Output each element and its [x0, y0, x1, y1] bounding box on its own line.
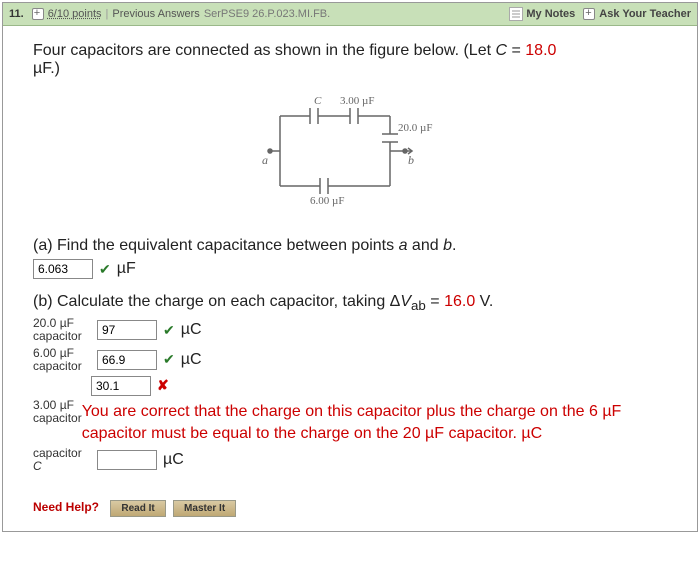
- intro-unit-line: µF.): [33, 60, 60, 77]
- fig-c-label: C: [314, 95, 322, 107]
- master-it-button[interactable]: Master It: [173, 500, 236, 517]
- separator: |: [106, 8, 109, 20]
- label-6uf: 6.00 µF capacitor: [33, 347, 91, 373]
- question-content: Four capacitors are connected as shown i…: [3, 26, 697, 531]
- check-icon: ✔: [163, 351, 175, 368]
- c-variable: C: [495, 42, 507, 59]
- unit-6uf: µC: [181, 351, 202, 369]
- cross-icon: ✘: [157, 377, 169, 394]
- part-b-before: (b) Calculate the charge on each capacit…: [33, 293, 400, 310]
- dv-value: 16.0: [444, 293, 475, 310]
- part-b-ab: ab: [411, 298, 426, 313]
- label-c-top: capacitor: [33, 446, 82, 460]
- label-3uf: 3.00 µF capacitor: [33, 399, 82, 444]
- fig-20uf-label: 20.0 µF: [398, 122, 432, 134]
- part-b-volts: V.: [475, 293, 493, 310]
- fig-node-b: b: [408, 153, 414, 167]
- question-header: 11. 6/10 points | Previous Answers SerPS…: [3, 3, 697, 26]
- ask-teacher-link[interactable]: Ask Your Teacher: [599, 8, 691, 20]
- part-a-answer-row: ✔ µF: [33, 259, 667, 279]
- my-notes-link[interactable]: My Notes: [526, 8, 575, 20]
- notes-icon: [509, 7, 523, 21]
- part-b-v: V: [400, 293, 411, 310]
- c-value: 18.0: [525, 42, 556, 59]
- part-a-prompt: (a) Find the equivalent capacitance betw…: [33, 237, 667, 255]
- help-row: Need Help? Read It Master It: [33, 500, 667, 517]
- points-link[interactable]: 6/10 points: [48, 8, 102, 20]
- label-20uf-bot: capacitor: [33, 329, 82, 343]
- feedback-text: You are correct that the charge on this …: [82, 401, 667, 444]
- label-3uf-top: 3.00 µF: [33, 398, 74, 412]
- input-6uf[interactable]: [97, 350, 157, 370]
- check-icon: ✔: [99, 261, 111, 278]
- intro-equals: =: [507, 42, 525, 59]
- part-a-b: b: [443, 237, 452, 254]
- part-b-prompt: (b) Calculate the charge on each capacit…: [33, 293, 667, 313]
- part-a-after: .: [452, 237, 456, 254]
- label-c: capacitor C: [33, 447, 91, 473]
- unit-20uf: µC: [181, 321, 202, 339]
- part-a-input[interactable]: [33, 259, 93, 279]
- need-help-label: Need Help?: [33, 500, 99, 514]
- row-20uf: 20.0 µF capacitor ✔ µC: [33, 317, 667, 343]
- question-number: 11.: [9, 8, 24, 20]
- label-6uf-top: 6.00 µF: [33, 346, 74, 360]
- question-container: 11. 6/10 points | Previous Answers SerPS…: [2, 2, 698, 532]
- input-c[interactable]: [97, 450, 157, 470]
- expand-icon[interactable]: [32, 8, 44, 20]
- part-b-eq: =: [426, 293, 444, 310]
- label-6uf-bot: capacitor: [33, 359, 82, 373]
- unit-c: µC: [163, 451, 184, 469]
- row-3uf-feedback-wrap: 3.00 µF capacitor You are correct that t…: [33, 399, 667, 444]
- fig-3uf-label: 3.00 µF: [340, 95, 374, 107]
- label-c-bot: C: [33, 459, 42, 473]
- row-6uf: 6.00 µF capacitor ✔ µC: [33, 347, 667, 373]
- label-20uf: 20.0 µF capacitor: [33, 317, 91, 343]
- input-3uf[interactable]: [91, 376, 151, 396]
- circuit-svg: C 3.00 µF 20.0 µF 6.00 µF a b: [240, 86, 460, 216]
- previous-answers-link[interactable]: Previous Answers: [112, 8, 199, 20]
- source-code: SerPSE9 26.P.023.MI.FB.: [204, 8, 330, 20]
- fig-6uf-label: 6.00 µF: [310, 195, 344, 207]
- intro-text: Four capacitors are connected as shown i…: [33, 42, 667, 78]
- fig-node-a: a: [262, 153, 268, 167]
- input-20uf[interactable]: [97, 320, 157, 340]
- part-a-before: (a) Find the equivalent capacitance betw…: [33, 237, 399, 254]
- row-c: capacitor C µC: [33, 447, 667, 473]
- ask-icon: [583, 8, 595, 20]
- row-3uf-input: ✘: [91, 376, 667, 396]
- part-a-unit: µF: [117, 260, 136, 278]
- label-20uf-top: 20.0 µF: [33, 316, 74, 330]
- read-it-button[interactable]: Read It: [110, 500, 165, 517]
- label-3uf-bot: capacitor: [33, 411, 82, 425]
- intro-before: Four capacitors are connected as shown i…: [33, 42, 495, 59]
- check-icon: ✔: [163, 322, 175, 339]
- circuit-figure: C 3.00 µF 20.0 µF 6.00 µF a b: [33, 86, 667, 219]
- part-a-and: and: [407, 237, 443, 254]
